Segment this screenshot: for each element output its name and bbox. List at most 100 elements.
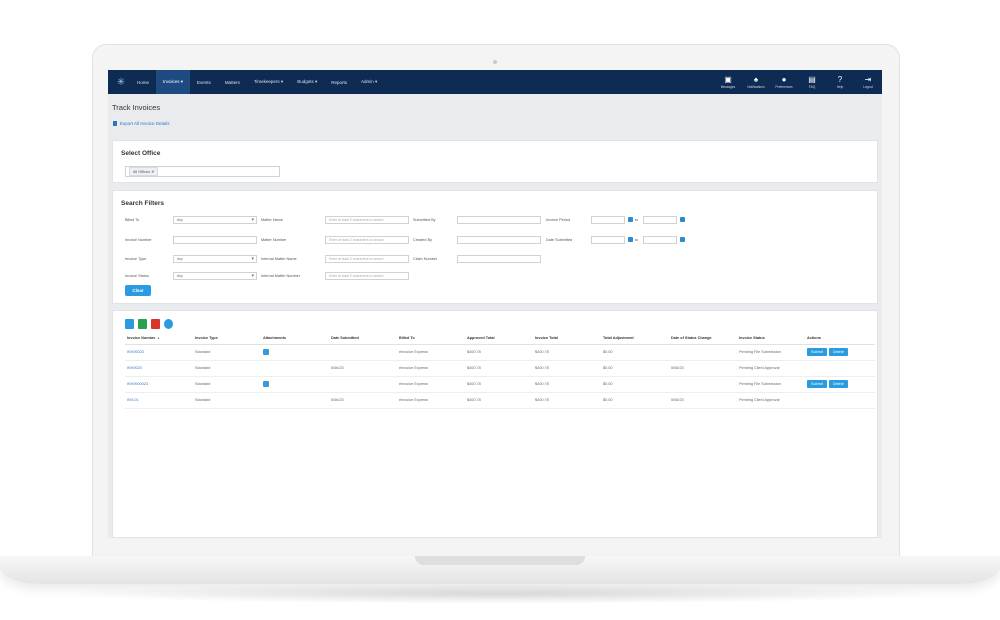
nav-preferences[interactable]: ● Preferences [770, 70, 798, 94]
internal-matter-name-label: Internal Matter Name [261, 257, 297, 261]
export-link[interactable]: Export All Invoice Details [113, 121, 170, 126]
col-approved-total[interactable]: Approved Total [465, 333, 533, 345]
billed-to-select[interactable]: Any [173, 216, 257, 224]
invoice-period-to-label: to [635, 218, 639, 222]
delete-button[interactable]: Delete [828, 348, 848, 356]
clear-button[interactable]: Clear [125, 285, 151, 296]
office-select[interactable]: All Offices ✕ [125, 166, 280, 177]
claim-number-input[interactable] [457, 255, 541, 263]
approved-total-cell: $400.78 [465, 344, 533, 361]
calendar-icon[interactable] [628, 237, 633, 242]
attachment-icon[interactable] [263, 380, 269, 387]
submitted-by-input[interactable] [457, 216, 541, 224]
nav-reports[interactable]: Reports [324, 70, 354, 94]
attachments-cell [261, 344, 329, 361]
invoice-number-input[interactable] [173, 236, 257, 244]
col-invoice-type[interactable]: Invoice Type [193, 333, 261, 345]
calendar-icon[interactable] [680, 217, 685, 222]
nav-budgets[interactable]: Budgets ▾ [290, 70, 324, 94]
col-actions: Actions [805, 333, 875, 345]
invoice-type-cell: Standard [193, 392, 261, 409]
table-row: INV0023 Standard 5/06/23 eInvoice Expres… [125, 360, 875, 377]
invoice-number-link[interactable]: INV0000023 [125, 376, 193, 393]
print-icon[interactable] [164, 319, 173, 329]
attachments-cell [261, 376, 329, 393]
attachment-icon[interactable] [263, 348, 269, 355]
inbox-icon: ▣ [724, 75, 732, 84]
actions-cell: Submit Delete [805, 344, 875, 361]
matter-number-label: Matter Number [261, 238, 287, 242]
nav-invoices[interactable]: Invoices ▾ [156, 70, 191, 94]
col-invoice-status[interactable]: Invoice Status [737, 333, 805, 345]
nav-notifications[interactable]: ♠ Notifications [742, 70, 770, 94]
col-invoice-number[interactable]: Invoice Number ▲ [125, 333, 193, 345]
table-row: INV00023 Standard eInvoice Express $400.… [125, 344, 875, 361]
select-office-title: Select Office [121, 150, 161, 157]
invoice-type-cell: Standard [193, 360, 261, 377]
nav-logout[interactable]: ⇥ Logout [854, 70, 882, 94]
nav-timekeepers[interactable]: Timekeepers ▾ [247, 70, 290, 94]
nav-admin[interactable]: Admin ▾ [354, 70, 384, 94]
calendar-icon[interactable] [680, 237, 685, 242]
matter-name-input[interactable]: Enter at least 2 characters to search [325, 216, 409, 224]
col-status-change[interactable]: Date of Status Change [669, 333, 737, 345]
col-attachments[interactable]: Attachments [261, 333, 329, 345]
status-change-cell [669, 344, 737, 361]
col-invoice-total[interactable]: Invoice Total [533, 333, 601, 345]
nav-home[interactable]: Home [130, 70, 156, 94]
approved-total-cell: $400.78 [465, 392, 533, 409]
nav-messages[interactable]: ▣ Messages [714, 70, 742, 94]
date-submitted-label: Date Submitted [546, 238, 573, 242]
office-tag[interactable]: All Offices ✕ [129, 167, 159, 176]
actions-cell [805, 360, 875, 377]
matter-number-input[interactable]: Enter at least 2 characters to search [325, 236, 409, 244]
internal-matter-number-input[interactable]: Enter at least 2 characters to search [325, 272, 409, 280]
excel-icon[interactable] [138, 319, 147, 329]
invoice-type-select[interactable]: Any [173, 255, 257, 263]
invoice-period-to[interactable] [643, 216, 677, 224]
page-title: Track Invoices [112, 103, 161, 112]
submit-button[interactable]: Submit [807, 380, 827, 388]
invoice-number-link[interactable]: INV00023 [125, 344, 193, 361]
calendar-icon[interactable] [628, 217, 633, 222]
invoice-type-cell: Standard [193, 376, 261, 393]
nav-events[interactable]: Events [190, 70, 218, 94]
table-header-row: Invoice Number ▲ Invoice Type Attachment… [125, 333, 875, 345]
billed-to-cell: eInvoice Express [397, 360, 465, 377]
nav-help[interactable]: ? Help [826, 70, 854, 94]
help-icon: ? [837, 75, 843, 84]
invoice-type-cell: Standard [193, 344, 261, 361]
col-billed-to[interactable]: Billed To [397, 333, 465, 345]
invoice-total-cell: $400.78 [533, 360, 601, 377]
invoice-status-cell: Pending Client Approval [737, 360, 805, 377]
actions-cell [805, 392, 875, 409]
internal-matter-name-input[interactable]: Enter at least 2 characters to search [325, 255, 409, 263]
invoice-number-link[interactable]: INV-01 [125, 392, 193, 409]
nav-faq[interactable]: ▤ FAQ [798, 70, 826, 94]
created-by-input[interactable] [457, 236, 541, 244]
delete-button[interactable]: Delete [828, 380, 848, 388]
status-change-cell: 5/06/23 [669, 392, 737, 409]
submit-button[interactable]: Submit [807, 348, 827, 356]
col-date-submitted[interactable]: Date Submitted [329, 333, 397, 345]
logo-icon[interactable]: ✳ [112, 70, 130, 94]
invoice-number-link[interactable]: INV0023 [125, 360, 193, 377]
date-submitted-to[interactable] [643, 236, 677, 244]
user-gear-icon: ● [781, 75, 787, 84]
approved-total-cell: $400.78 [465, 376, 533, 393]
date-submitted-from[interactable] [591, 236, 625, 244]
col-total-adjustment[interactable]: Total Adjustment [601, 333, 669, 345]
search-filters-panel: Search Filters Billed To Any Invoice Num… [112, 190, 878, 304]
nav-matters[interactable]: Matters [218, 70, 247, 94]
invoice-status-select[interactable]: Any [173, 272, 257, 280]
invoice-type-label: Invoice Type [125, 257, 147, 261]
billed-to-cell: eInvoice Express [397, 376, 465, 393]
camera [493, 60, 497, 64]
status-change-cell: 5/06/23 [669, 360, 737, 377]
invoice-period-from[interactable] [591, 216, 625, 224]
created-by-label: Created By [413, 238, 432, 242]
logout-icon: ⇥ [864, 75, 872, 84]
pdf-icon[interactable] [151, 319, 160, 329]
table-row: INV0000023 Standard eInvoice Express $40… [125, 376, 875, 393]
columns-icon[interactable] [125, 319, 134, 329]
